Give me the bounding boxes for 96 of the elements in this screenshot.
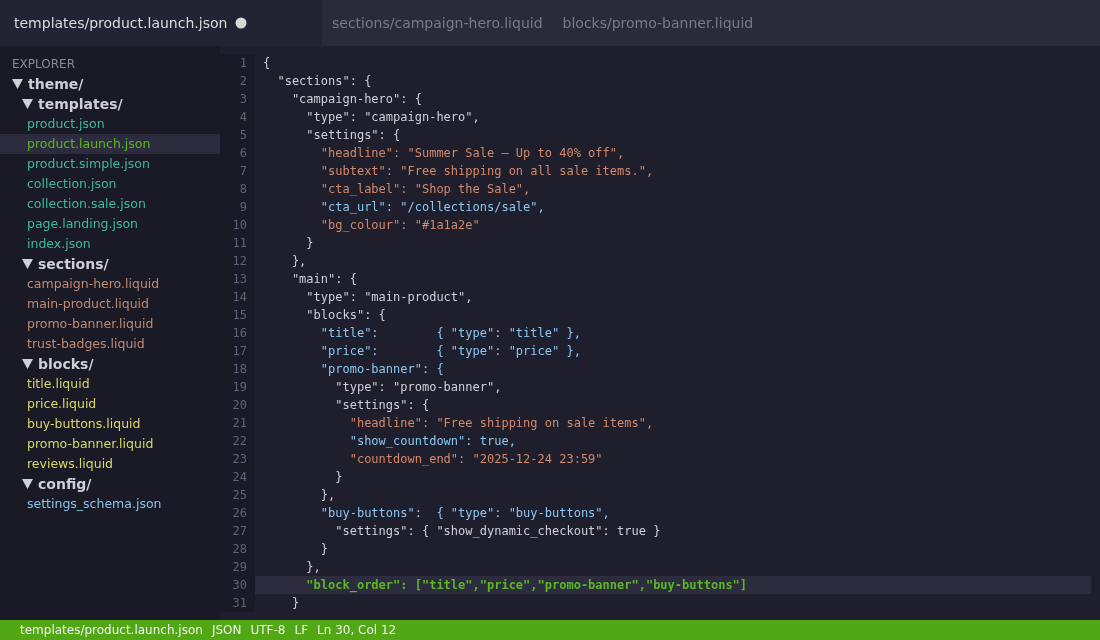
- code-line: "sections": {: [276, 73, 372, 90]
- line-number: 16: [220, 324, 255, 342]
- code-line: },: [319, 487, 336, 504]
- line-number: 3: [220, 90, 255, 108]
- line-number: 29: [220, 558, 255, 576]
- status-item: templates/product.launch.json: [20, 623, 203, 637]
- code-line: "show_countdown": true,: [348, 433, 516, 450]
- line-number: 18: [220, 360, 255, 378]
- code-line: }: [305, 235, 314, 252]
- editor-tab[interactable]: templates/product.launch.json: [0, 0, 322, 46]
- code-line: "settings": {: [305, 127, 401, 144]
- line-number: 5: [220, 126, 255, 144]
- code-line: "headline": "Summer Sale — Up to 40% off",: [319, 145, 625, 162]
- line-number: 2: [220, 72, 255, 90]
- code-line: "headline": "Free shipping on sale items",: [348, 415, 654, 432]
- code-line: },: [305, 559, 321, 576]
- file-item[interactable]: promo-banner.liquid: [0, 314, 220, 334]
- line-number: 19: [220, 378, 255, 396]
- line-number: 4: [220, 108, 255, 126]
- code-line: "main": {: [290, 271, 357, 288]
- file-item[interactable]: main-product.liquid: [0, 294, 220, 314]
- line-number: 11: [220, 234, 255, 252]
- code-line: "countdown_end": "2025-12-24 23:59": [348, 451, 603, 468]
- code-line: "settings": { "show_dynamic_checkout": true }: [334, 523, 661, 540]
- file-item[interactable]: product.simple.json: [0, 154, 220, 174]
- line-number: 25: [220, 486, 255, 504]
- line-number: 24: [220, 468, 255, 486]
- caret-icon[interactable]: [22, 479, 33, 489]
- file-item[interactable]: reviews.liquid: [0, 454, 220, 474]
- status-item: UTF-8: [250, 623, 286, 637]
- folder-item[interactable]: theme/: [28, 76, 84, 92]
- caret-icon[interactable]: [22, 359, 33, 369]
- file-item[interactable]: collection.sale.json: [0, 194, 220, 214]
- file-item[interactable]: product.launch.json: [0, 134, 220, 154]
- code-line: "type": "campaign-hero",: [305, 109, 480, 126]
- line-number: 8: [220, 180, 255, 198]
- caret-icon[interactable]: [22, 99, 33, 109]
- code-line: "promo-banner": {: [319, 361, 444, 378]
- caret-icon[interactable]: [12, 79, 23, 89]
- code-line: "cta_label": "Shop the Sale",: [319, 181, 531, 198]
- code-line: "title": { "type": "title" },: [319, 325, 581, 342]
- line-number: 28: [220, 540, 255, 558]
- code-line: "campaign-hero": {: [290, 91, 422, 108]
- line-number: 23: [220, 450, 255, 468]
- file-item[interactable]: trust-badges.liquid: [0, 334, 220, 354]
- code-line: "subtext": "Free shipping on all sale items.",: [319, 163, 654, 180]
- file-item[interactable]: page.landing.json: [0, 214, 220, 234]
- file-item[interactable]: collection.json: [0, 174, 220, 194]
- line-number: 1: [220, 54, 255, 72]
- line-number: 7: [220, 162, 255, 180]
- line-number: 6: [220, 144, 255, 162]
- file-item[interactable]: settings_schema.json: [0, 494, 220, 514]
- line-number: 21: [220, 414, 255, 432]
- line-number: 12: [220, 252, 255, 270]
- code-line: "buy-buttons": { "type": "buy-buttons",: [319, 505, 610, 522]
- status-item: LF: [294, 623, 309, 637]
- code-line: }: [290, 595, 300, 612]
- code-line: "blocks": {: [305, 307, 386, 324]
- code-line: "cta_url": "/collections/sale",: [319, 199, 545, 216]
- status-item: Ln 30, Col 12: [317, 623, 397, 637]
- line-number: 22: [220, 432, 255, 450]
- code-line: }: [334, 469, 343, 486]
- caret-icon[interactable]: [22, 259, 33, 269]
- line-number: 15: [220, 306, 255, 324]
- line-number: 30: [220, 576, 255, 594]
- folder-item[interactable]: templates/: [38, 96, 123, 112]
- folder-item[interactable]: blocks/: [38, 356, 94, 372]
- folder-item[interactable]: sections/: [38, 256, 109, 272]
- line-number: 20: [220, 396, 255, 414]
- code-line: {: [262, 55, 271, 72]
- code-line: "settings": {: [334, 397, 430, 414]
- line-number: 27: [220, 522, 255, 540]
- file-item[interactable]: product.json: [0, 114, 220, 134]
- code-line: "price": { "type": "price" },: [319, 343, 581, 360]
- code-line: }: [319, 541, 329, 558]
- code-line: "type": "main-product",: [305, 289, 473, 306]
- code-line: "block_order": ["title","price","promo-banner","buy-buttons"]: [305, 577, 748, 594]
- file-item[interactable]: index.json: [0, 234, 220, 254]
- code-line: "bg_colour": "#1a1a2e": [319, 217, 480, 234]
- status-item: JSON: [211, 623, 242, 637]
- code-line: },: [290, 253, 307, 270]
- file-item[interactable]: promo-banner.liquid: [0, 434, 220, 454]
- line-number: 31: [220, 594, 255, 612]
- code-line: "type": "promo-banner",: [334, 379, 502, 396]
- line-number: 17: [220, 342, 255, 360]
- file-item[interactable]: buy-buttons.liquid: [0, 414, 220, 434]
- file-item[interactable]: campaign-hero.liquid: [0, 274, 220, 294]
- folder-item[interactable]: config/: [38, 476, 92, 492]
- line-number: 10: [220, 216, 255, 234]
- file-item[interactable]: price.liquid: [0, 394, 220, 414]
- line-number: 26: [220, 504, 255, 522]
- line-number: 13: [220, 270, 255, 288]
- explorer-title: EXPLORER: [11, 56, 76, 72]
- line-number: 9: [220, 198, 255, 216]
- line-number: 14: [220, 288, 255, 306]
- file-item[interactable]: title.liquid: [0, 374, 220, 394]
